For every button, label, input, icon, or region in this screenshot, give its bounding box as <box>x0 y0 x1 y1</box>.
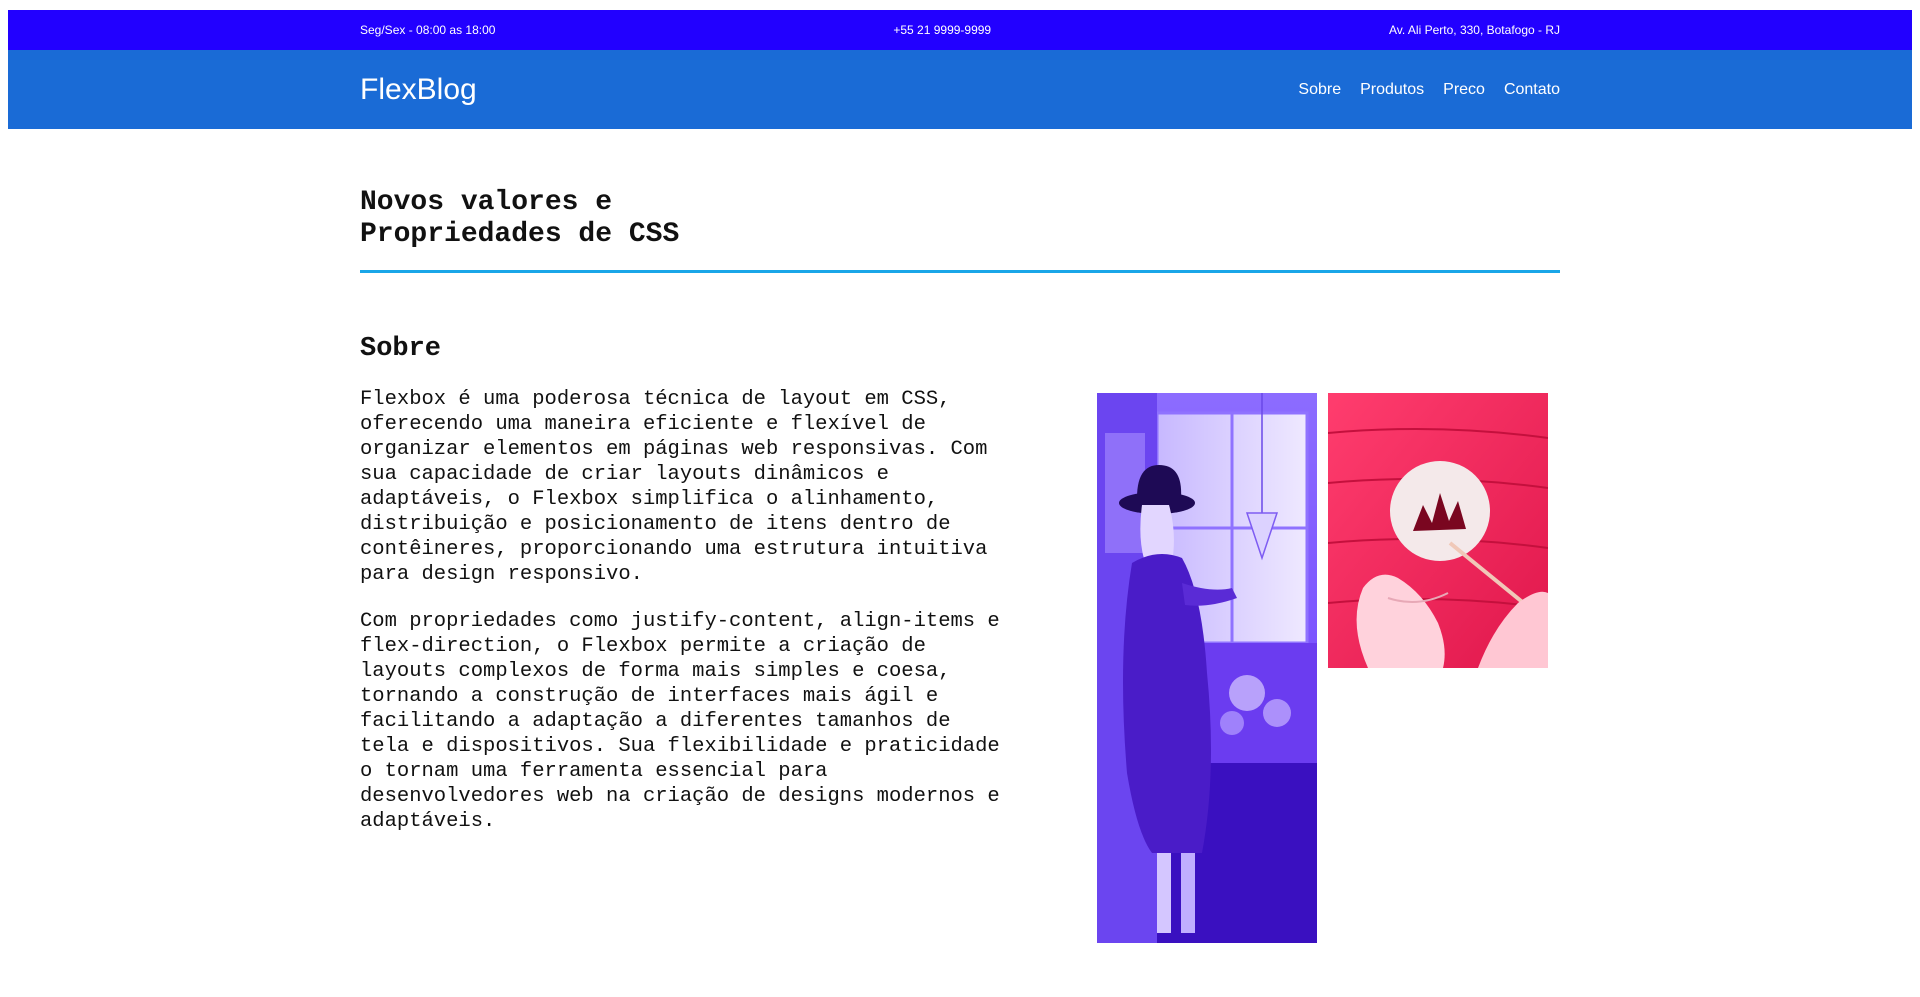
woman-at-window-image <box>1097 393 1317 943</box>
navbar-inner: FlexBlog Sobre Produtos Preco Contato <box>360 50 1560 129</box>
about-paragraph-2: Com propriedades como justify-content, a… <box>360 610 1000 833</box>
section-heading-sobre: Sobre <box>360 334 442 364</box>
image-gallery <box>1097 393 1557 943</box>
about-paragraph-1: Flexbox é uma poderosa técnica de layout… <box>360 388 988 586</box>
nav-link-sobre[interactable]: Sobre <box>1298 81 1341 99</box>
about-text: Flexbox é uma poderosa técnica de layout… <box>360 387 1010 856</box>
nav-links: Sobre Produtos Preco Contato <box>1298 81 1560 99</box>
hands-painting-image <box>1328 393 1548 668</box>
page: Seg/Sex - 08:00 as 18:00 +55 21 9999-999… <box>0 0 1920 997</box>
topbar: Seg/Sex - 08:00 as 18:00 +55 21 9999-999… <box>8 10 1912 50</box>
page-title-line-2: Propriedades de CSS <box>360 219 680 250</box>
topbar-phone: +55 21 9999-9999 <box>893 23 992 37</box>
topbar-address: Av. Ali Perto, 330, Botafogo - RJ <box>1389 23 1560 37</box>
page-title: Novos valores e Propriedades de CSS <box>360 187 760 251</box>
nav-link-produtos[interactable]: Produtos <box>1360 81 1424 99</box>
nav-link-preco[interactable]: Preco <box>1443 81 1485 99</box>
title-divider <box>360 270 1560 273</box>
topbar-inner: Seg/Sex - 08:00 as 18:00 +55 21 9999-999… <box>360 10 1560 50</box>
page-title-line-1: Novos valores e <box>360 187 613 218</box>
topbar-hours: Seg/Sex - 08:00 as 18:00 <box>360 23 496 37</box>
logo[interactable]: FlexBlog <box>360 73 477 107</box>
navbar: FlexBlog Sobre Produtos Preco Contato <box>8 50 1912 129</box>
top-stripe <box>0 0 1920 10</box>
nav-link-contato[interactable]: Contato <box>1504 81 1560 99</box>
